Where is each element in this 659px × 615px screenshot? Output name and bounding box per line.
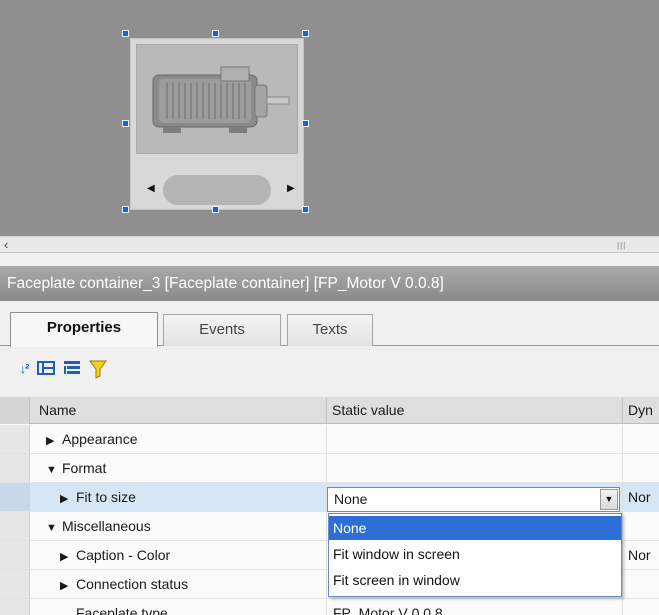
faceplate-button[interactable] xyxy=(163,175,271,205)
resize-handle[interactable] xyxy=(212,206,219,213)
dropdown-option-fit-window-in-screen[interactable]: Fit window in screen xyxy=(329,542,621,566)
combobox-value: None xyxy=(334,491,368,507)
expand-arrow-icon[interactable]: ▶ xyxy=(60,485,76,513)
fit-to-size-combobox[interactable]: None ▼ xyxy=(327,487,620,512)
resize-handle[interactable] xyxy=(122,30,129,37)
property-label: Miscellaneous xyxy=(62,518,151,534)
static-value: FP_Motor V 0.0.8 xyxy=(333,605,443,615)
expand-arrow-icon[interactable]: ▶ xyxy=(46,427,62,455)
collapse-arrow-icon[interactable]: ▼ xyxy=(46,514,62,542)
expand-arrow-icon[interactable]: ▶ xyxy=(60,543,76,571)
expand-arrow-icon[interactable]: ▶ xyxy=(60,572,76,600)
property-toolbar: ↓² xyxy=(0,357,659,385)
tab-properties[interactable]: Properties xyxy=(10,312,158,347)
property-label: Faceplate type xyxy=(76,605,168,615)
tab-texts[interactable]: Texts xyxy=(287,314,373,346)
faceplate-container[interactable]: ◀ ▶ xyxy=(130,38,304,210)
faceplate-navigation: ◀ ▶ xyxy=(135,175,299,205)
resize-handle[interactable] xyxy=(302,30,309,37)
resize-handle[interactable] xyxy=(302,120,309,127)
property-label: Format xyxy=(62,460,107,476)
dropdown-option-none[interactable]: None xyxy=(329,516,621,540)
property-row-faceplate-type[interactable]: Faceplate type FP_Motor V 0.0.8 xyxy=(0,599,659,615)
property-label: Connection status xyxy=(76,576,189,592)
dropdown-option-fit-screen-in-window[interactable]: Fit screen in window xyxy=(329,568,621,592)
column-dynamic[interactable]: Dyn xyxy=(623,397,659,424)
object-title-bar: Faceplate container_3 [Faceplate contain… xyxy=(0,266,659,301)
scroll-grip-icon[interactable]: ||| xyxy=(617,241,626,250)
property-label: Appearance xyxy=(62,431,138,447)
scroll-left-icon[interactable]: ‹ xyxy=(4,237,8,253)
fit-to-size-dropdown: None Fit window in screen Fit screen in … xyxy=(328,513,622,597)
categorize-icon[interactable] xyxy=(36,359,56,379)
resize-handle[interactable] xyxy=(302,206,309,213)
collapse-arrow-icon[interactable]: ▼ xyxy=(46,456,62,484)
property-row-format[interactable]: ▼ Format xyxy=(0,454,659,483)
property-row-appearance[interactable]: ▶ Appearance xyxy=(0,425,659,454)
inspector-tabs: Properties Events Texts xyxy=(0,310,659,347)
nav-right-arrow-icon[interactable]: ▶ xyxy=(287,183,295,194)
property-label: Caption - Color xyxy=(76,547,171,563)
resize-handle[interactable] xyxy=(122,206,129,213)
horizontal-scrollbar[interactable]: ‹ ||| xyxy=(0,236,659,253)
hierarchy-icon[interactable] xyxy=(62,359,82,379)
screen-canvas[interactable]: ◀ ▶ xyxy=(0,0,659,236)
property-label: Fit to size xyxy=(76,489,136,505)
motor-icon xyxy=(152,66,290,133)
filter-icon[interactable] xyxy=(88,359,108,379)
tab-events[interactable]: Events xyxy=(163,314,281,346)
motor-image-frame xyxy=(136,44,298,154)
grid-header: Name Static value Dyn xyxy=(0,397,659,424)
dropdown-arrow-icon[interactable]: ▼ xyxy=(600,489,618,510)
object-title: Faceplate container_3 [Faceplate contain… xyxy=(7,275,444,292)
resize-handle[interactable] xyxy=(122,120,129,127)
header-gutter xyxy=(0,397,30,424)
dynamic-value: Nor xyxy=(628,489,651,505)
column-static-value[interactable]: Static value xyxy=(327,397,623,424)
column-name[interactable]: Name xyxy=(30,397,327,424)
nav-left-arrow-icon[interactable]: ◀ xyxy=(147,183,155,194)
dynamic-value: Nor xyxy=(628,547,651,563)
resize-handle[interactable] xyxy=(212,30,219,37)
sort-az-icon[interactable]: ↓² xyxy=(14,359,34,379)
